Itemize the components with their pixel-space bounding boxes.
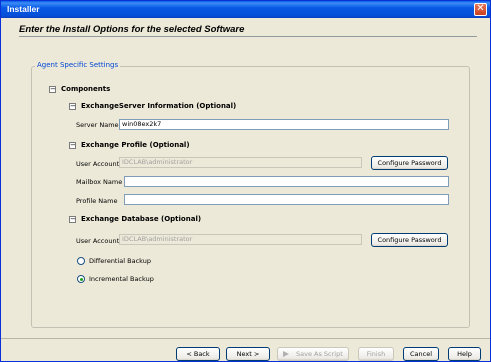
exchange-server-header: ExchangeServer Information (Optional) — [81, 102, 237, 110]
back-button[interactable]: < Back — [176, 347, 220, 361]
incremental-backup-radio[interactable] — [77, 275, 85, 283]
differential-backup-radio[interactable] — [77, 257, 85, 265]
save-as-script-label: Save As Script — [296, 350, 343, 358]
exchange-profile-header: Exchange Profile (Optional) — [81, 141, 190, 149]
components-label: Components — [61, 85, 111, 93]
profile-user-account-label: User Account — [76, 160, 120, 168]
close-icon[interactable]: ✕ — [474, 3, 487, 16]
incremental-backup-label[interactable]: Incremental Backup — [89, 275, 154, 283]
heading-divider — [19, 36, 477, 37]
components-collapse-icon[interactable]: − — [49, 86, 56, 93]
title-bar[interactable]: Installer ✕ — [1, 1, 490, 18]
exchange-profile-collapse-icon[interactable]: − — [69, 142, 76, 149]
script-play-icon — [283, 351, 289, 357]
database-configure-password-button[interactable]: Configure Password — [371, 233, 448, 247]
window-title: Installer — [7, 4, 40, 14]
profile-name-input[interactable] — [124, 194, 449, 205]
agent-settings-legend: Agent Specific Settings — [35, 61, 121, 69]
save-as-script-button: Save As Script — [277, 347, 349, 361]
footer-divider — [1, 338, 490, 339]
profile-name-label: Profile Name — [76, 197, 118, 205]
help-button[interactable]: Help — [448, 347, 481, 361]
finish-button: Finish — [358, 347, 394, 361]
exchange-server-collapse-icon[interactable]: − — [69, 103, 76, 110]
profile-user-account-input: IDCLAB\administrator — [119, 157, 362, 168]
next-button[interactable]: Next > — [226, 347, 270, 361]
installer-window: Installer ✕ Enter the Install Options fo… — [0, 0, 491, 362]
mailbox-name-input[interactable] — [124, 176, 449, 187]
page-heading: Enter the Install Options for the select… — [19, 24, 245, 35]
database-user-account-label: User Account — [76, 237, 120, 245]
differential-backup-label[interactable]: Differential Backup — [89, 257, 151, 265]
server-name-input[interactable]: win08ex2k7 — [119, 119, 449, 130]
exchange-database-collapse-icon[interactable]: − — [69, 216, 76, 223]
database-user-account-input: IDCLAB\administrator — [119, 234, 362, 245]
cancel-button[interactable]: Cancel — [403, 347, 439, 361]
server-name-label: Server Name — [76, 121, 119, 129]
profile-configure-password-button[interactable]: Configure Password — [371, 156, 448, 170]
mailbox-name-label: Mailbox Name — [76, 178, 123, 186]
radio-selected-dot — [79, 277, 83, 281]
exchange-database-header: Exchange Database (Optional) — [81, 215, 202, 223]
